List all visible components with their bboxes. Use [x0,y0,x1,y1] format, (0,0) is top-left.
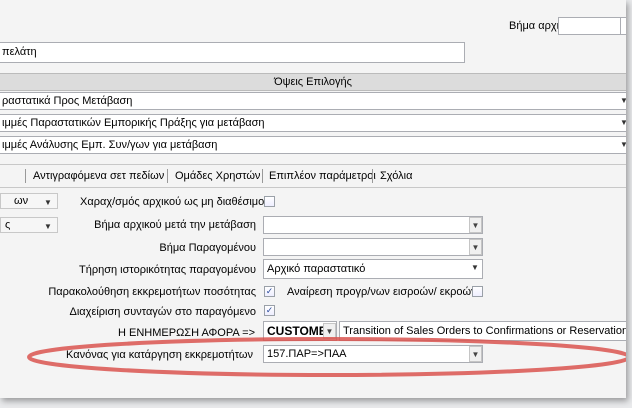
highlight-ellipse [27,337,626,377]
form-window: Βήμα αρχικού πελάτη Όψεις Επιλογής ραστα… [0,0,626,398]
